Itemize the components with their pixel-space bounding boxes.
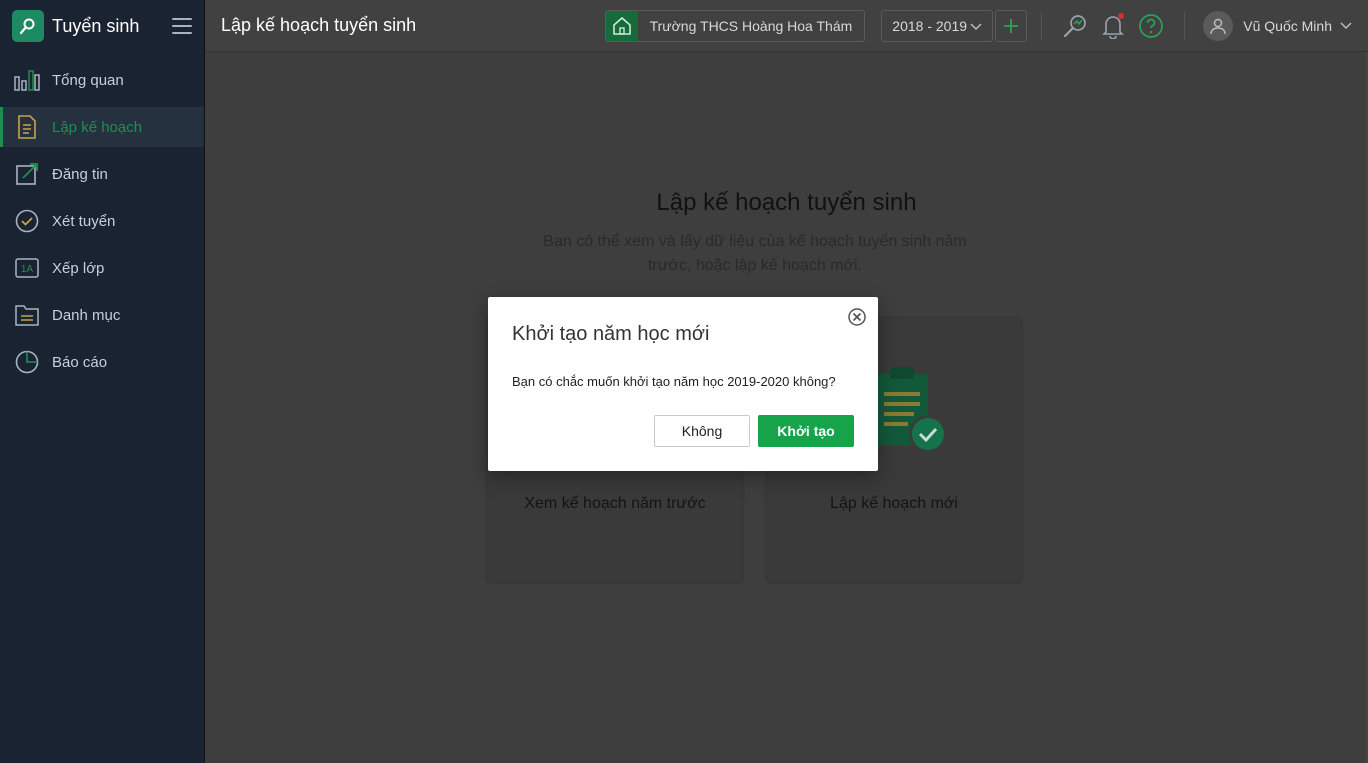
card-label: Xem kế hoạch năm trước	[524, 495, 706, 512]
brand: Tuyển sinh	[0, 0, 204, 52]
sidebar-item-xep-lop[interactable]: 1A Xếp lớp	[0, 248, 204, 288]
user-name: Vũ Quốc Minh	[1243, 17, 1332, 34]
main-subtitle: Bạn có thể xem và lấy dữ liệu của kế hoạ…	[543, 233, 967, 274]
sidebar-item-label: Đăng tin	[52, 165, 108, 183]
app-logo-icon	[12, 10, 44, 42]
sidebar-item-danh-muc[interactable]: Danh mục	[0, 295, 204, 335]
close-icon[interactable]	[848, 308, 866, 326]
school-name: Trường THCS Hoàng Hoa Thám	[649, 17, 853, 34]
sidebar-item-label: Xét tuyển	[52, 212, 116, 230]
page-title: Lập kế hoạch tuyển sinh	[221, 15, 417, 35]
plus-icon	[1004, 18, 1019, 33]
sidebar-item-label: Xếp lớp	[52, 259, 105, 277]
help-icon[interactable]	[1137, 12, 1165, 40]
folder-icon	[14, 302, 40, 328]
divider	[1041, 11, 1043, 40]
year-select[interactable]: 2018 - 2019	[881, 9, 994, 42]
sidebar-item-bao-cao[interactable]: Báo cáo	[0, 342, 204, 382]
confirm-button[interactable]: Khởi tạo	[758, 415, 854, 447]
sidebar-item-xet-tuyen[interactable]: Xét tuyển	[0, 201, 204, 241]
bell-icon[interactable]	[1099, 12, 1127, 40]
chevron-down-icon	[970, 18, 982, 34]
school-icon	[605, 10, 638, 41]
top-header: Lập kế hoạch tuyển sinh Trường THCS Hoàn…	[205, 0, 1368, 52]
edit-icon	[14, 161, 40, 187]
card-label: Lập kế hoạch mới	[830, 495, 958, 512]
divider	[1184, 11, 1186, 40]
sidebar: Tuyển sinh Tổng quan Lập kế hoạch Đăng t…	[0, 0, 205, 763]
user-menu[interactable]: Vũ Quốc Minh	[1203, 10, 1352, 41]
year-value: 2018 - 2019	[892, 17, 968, 34]
pie-chart-icon	[14, 349, 40, 375]
clipboard-check-icon	[872, 366, 948, 461]
main-title: Lập kế hoạch tuyển sinh	[656, 189, 917, 216]
dialog-title: Khởi tạo năm học mới	[512, 323, 710, 345]
sidebar-item-label: Danh mục	[52, 306, 121, 324]
document-icon	[14, 114, 40, 140]
sidebar-item-label: Tổng quan	[52, 71, 124, 89]
class-1a-icon: 1A	[14, 255, 40, 281]
dialog-message: Bạn có chắc muốn khởi tạo năm học 2019-2…	[512, 374, 836, 389]
chevron-down-icon	[1340, 17, 1352, 35]
search-tool-icon[interactable]	[1061, 12, 1089, 40]
sidebar-item-dang-tin[interactable]: Đăng tin	[0, 154, 204, 194]
cancel-button[interactable]: Không	[654, 415, 750, 447]
sidebar-item-label: Lập kế hoạch	[52, 118, 143, 136]
notification-dot	[1118, 12, 1125, 19]
school-selector[interactable]: Trường THCS Hoàng Hoa Thám	[604, 9, 866, 42]
sidebar-item-lap-ke-hoach[interactable]: Lập kế hoạch	[0, 107, 204, 147]
sidebar-nav: Tổng quan Lập kế hoạch Đăng tin Xét tuyể…	[0, 60, 204, 382]
svg-text:1A: 1A	[21, 264, 34, 275]
confirm-dialog: Khởi tạo năm học mới Bạn có chắc muốn kh…	[488, 297, 878, 471]
bar-chart-icon	[14, 67, 40, 93]
avatar	[1203, 10, 1234, 41]
menu-toggle-icon[interactable]	[172, 18, 192, 34]
app-name: Tuyển sinh	[52, 15, 140, 36]
check-circle-icon	[14, 208, 40, 234]
sidebar-item-label: Báo cáo	[52, 353, 108, 371]
add-year-button[interactable]	[995, 9, 1028, 42]
sidebar-item-tong-quan[interactable]: Tổng quan	[0, 60, 204, 100]
